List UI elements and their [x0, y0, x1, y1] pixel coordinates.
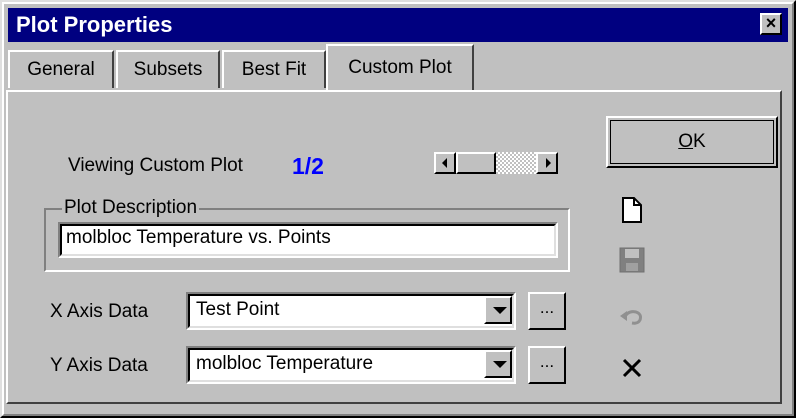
chevron-down-icon [493, 361, 507, 368]
y-axis-label: Y Axis Data [50, 355, 148, 376]
scrollbar-thumb[interactable] [456, 152, 496, 174]
plot-description-legend: Plot Description [62, 196, 200, 220]
chevron-down-icon [493, 307, 507, 314]
y-axis-more-button[interactable]: ... [528, 346, 566, 384]
plot-description-value: molbloc Temperature vs. Points [66, 227, 331, 248]
plot-index-value: 1/2 [292, 153, 324, 179]
scroll-right-button[interactable] [536, 152, 558, 174]
x-axis-label: X Axis Data [50, 301, 149, 322]
plot-scrollbar[interactable] [434, 152, 558, 174]
arrow-right-icon [546, 158, 551, 168]
x-axis-more-button[interactable]: ... [528, 292, 566, 330]
viewing-custom-plot-label: Viewing Custom Plot [68, 155, 243, 176]
title-bar[interactable]: Plot Properties × [8, 8, 788, 42]
window-title: Plot Properties [16, 12, 173, 37]
close-button[interactable]: × [760, 13, 782, 35]
x-axis-select[interactable]: Test Point [186, 292, 516, 330]
undo-icon[interactable] [618, 306, 646, 326]
y-axis-dropdown-button[interactable] [484, 350, 512, 378]
tab-best-fit[interactable]: Best Fit [222, 50, 326, 88]
save-icon[interactable] [618, 246, 646, 274]
y-axis-value: molbloc Temperature [196, 353, 374, 374]
ellipsis-label: ... [539, 352, 555, 371]
tab-general[interactable]: General [8, 50, 114, 88]
plot-description-input[interactable]: molbloc Temperature vs. Points [58, 222, 558, 258]
ellipsis-label: ... [539, 298, 555, 317]
ok-button[interactable]: OK [606, 116, 778, 168]
y-axis-select[interactable]: molbloc Temperature [186, 346, 516, 384]
x-axis-value: Test Point [196, 299, 280, 320]
x-axis-dropdown-button[interactable] [484, 296, 512, 324]
scroll-left-button[interactable] [434, 152, 456, 174]
arrow-left-icon [442, 158, 447, 168]
new-file-icon[interactable] [620, 196, 644, 224]
ok-button-label: OK [678, 131, 706, 152]
tab-custom-plot[interactable]: Custom Plot [326, 44, 474, 90]
tab-subsets[interactable]: Subsets [116, 50, 220, 88]
delete-icon[interactable] [620, 356, 644, 380]
